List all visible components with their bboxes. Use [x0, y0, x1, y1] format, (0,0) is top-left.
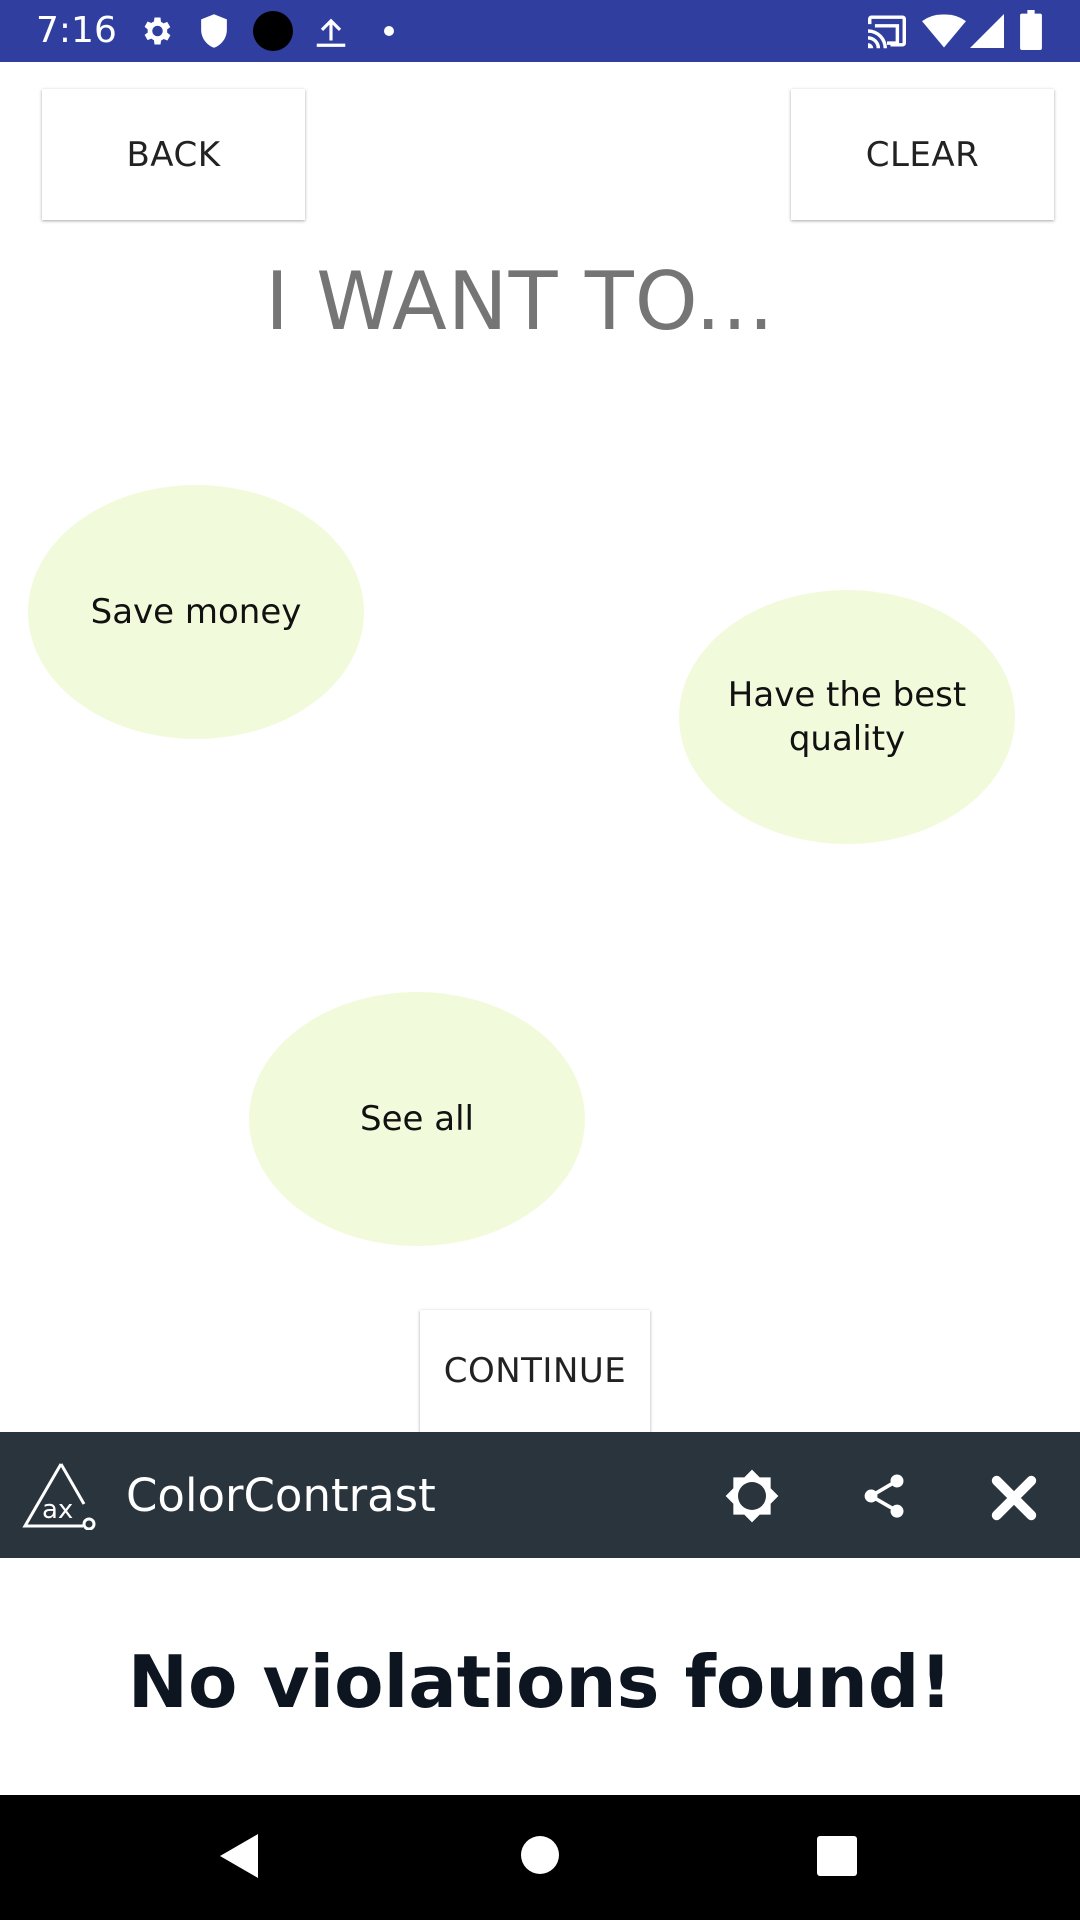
page-title: I WANT TO... [265, 255, 775, 348]
status-time: 7:16 [36, 10, 117, 51]
navigation-bar [0, 1795, 1080, 1920]
upload-icon [316, 18, 346, 47]
circle-icon [253, 11, 293, 51]
cast-icon [868, 15, 906, 49]
option-best-quality[interactable]: Have the best quality [679, 590, 1015, 844]
option-see-all[interactable]: See all [249, 992, 585, 1246]
back-nav-icon[interactable] [218, 1832, 260, 1880]
status-bar: 7:16 [0, 0, 1080, 62]
option-label: See all [360, 1099, 474, 1139]
ax-title: ColorContrast [126, 1469, 436, 1522]
battery-icon [1020, 10, 1042, 50]
result-message: No violations found! [127, 1640, 953, 1724]
brightness-icon[interactable] [724, 1468, 780, 1524]
wifi-icon [922, 14, 966, 48]
option-label: Have the best quality [727, 675, 967, 759]
dot-icon [384, 26, 394, 36]
share-icon[interactable] [858, 1470, 910, 1522]
shield-icon [201, 14, 227, 48]
option-label: Save money [90, 592, 302, 632]
accessibility-toolbar: ax ColorContrast [0, 1432, 1080, 1558]
clear-button[interactable]: CLEAR [791, 89, 1054, 220]
option-save-money[interactable]: Save money [28, 485, 364, 739]
signal-icon [970, 14, 1004, 48]
back-button[interactable]: BACK [42, 89, 305, 220]
gear-icon [144, 17, 171, 45]
continue-button[interactable]: CONTINUE [420, 1310, 650, 1432]
close-icon[interactable] [988, 1472, 1040, 1524]
home-nav-icon[interactable] [520, 1835, 560, 1875]
recents-nav-icon[interactable] [817, 1836, 857, 1876]
ax-logo-icon: ax [22, 1463, 96, 1530]
svg-text:ax: ax [42, 1495, 73, 1525]
